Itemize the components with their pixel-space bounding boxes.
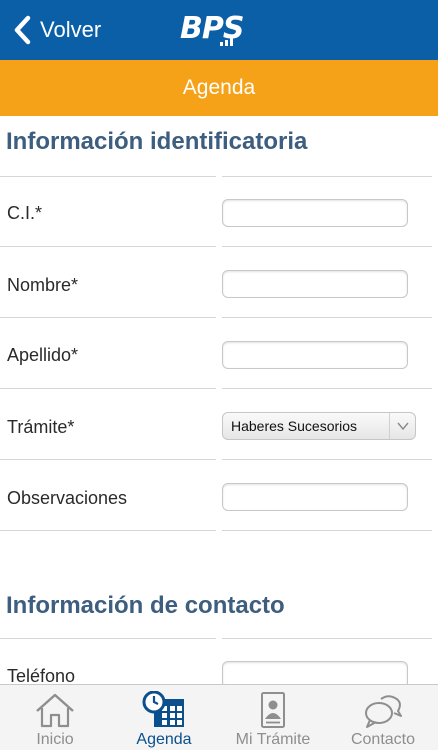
tab-label-contacto: Contacto (350, 731, 416, 748)
back-button-label: Volver (40, 17, 102, 42)
calendar-clock-icon (142, 691, 184, 727)
tramite-selected-value: Haberes Sucesorios (231, 418, 358, 434)
divider (222, 638, 432, 639)
divider (222, 388, 432, 389)
tab-inicio[interactable]: Inicio (0, 685, 110, 750)
divider (0, 246, 216, 247)
divider (0, 530, 216, 531)
observaciones-label: Observaciones (7, 488, 128, 508)
tab-contacto[interactable]: Contacto (328, 685, 438, 750)
apellido-input[interactable] (222, 341, 408, 369)
nombre-input[interactable] (222, 270, 408, 298)
divider (0, 459, 216, 460)
tab-mi-tramite[interactable]: Mi Trámite (218, 685, 328, 750)
observaciones-input[interactable] (222, 483, 408, 511)
tab-label-agenda: Agenda (136, 731, 192, 748)
top-navigation-bar: Volver BPS (0, 0, 438, 60)
divider (0, 317, 216, 318)
logo-bars-icon (220, 37, 233, 46)
page-title: Agenda (182, 76, 256, 99)
home-icon (36, 693, 74, 728)
tab-label-inicio: Inicio (36, 731, 74, 748)
divider (222, 246, 432, 247)
apellido-label: Apellido* (7, 345, 79, 365)
ci-input[interactable] (222, 199, 408, 227)
bottom-tab-bar: Inicio Agenda Mi Trámite Contacto (0, 684, 438, 750)
tab-agenda[interactable]: Agenda (109, 685, 219, 750)
chat-bubbles-icon (365, 695, 402, 728)
divider (222, 176, 432, 177)
ci-label: C.I.* (7, 203, 43, 223)
section-title-identification: Información identificatoria (6, 128, 308, 155)
divider (222, 530, 432, 531)
divider (0, 388, 216, 389)
tramite-label: Trámite* (7, 417, 75, 437)
chevron-down-icon (389, 413, 415, 439)
divider (0, 638, 216, 639)
section-title-contact: Información de contacto (6, 592, 285, 619)
divider (222, 459, 432, 460)
chevron-left-icon (14, 15, 31, 45)
divider (222, 317, 432, 318)
document-person-icon (261, 692, 285, 728)
section-header-bar: Agenda (0, 60, 438, 116)
back-button[interactable]: Volver (12, 12, 101, 48)
divider (0, 176, 216, 177)
bps-logo: BPS (180, 11, 244, 46)
tramite-select[interactable]: Haberes Sucesorios (222, 412, 416, 440)
nombre-label: Nombre* (7, 275, 79, 295)
tab-label-mi-tramite: Mi Trámite (235, 731, 311, 748)
